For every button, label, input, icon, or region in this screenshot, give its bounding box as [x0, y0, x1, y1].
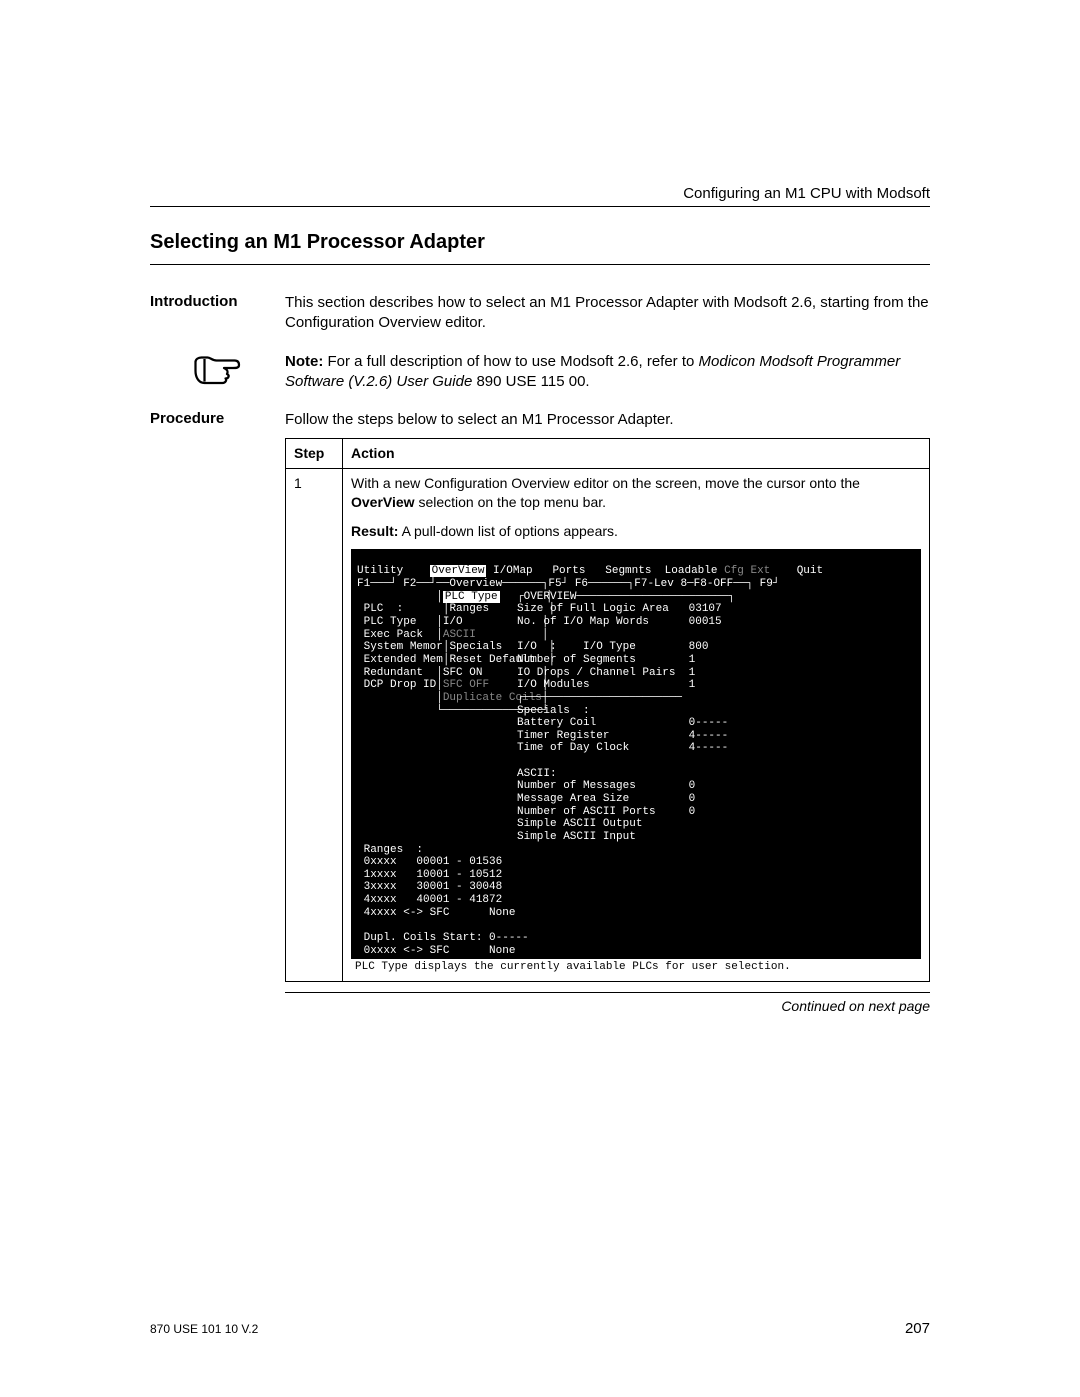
procedure-block: Procedure Follow the steps below to sele… [150, 410, 930, 1016]
action-cell: With a new Configuration Overview editor… [343, 469, 930, 982]
table-row: 1 With a new Configuration Overview edit… [286, 469, 930, 982]
note-text: Note: For a full description of how to u… [285, 352, 930, 393]
result-bold: Result: [351, 523, 398, 539]
rule-thin [285, 992, 930, 993]
section-title: Selecting an M1 Processor Adapter [150, 231, 930, 254]
note-block: Note: For a full description of how to u… [150, 352, 930, 393]
footer-page: 207 [905, 1320, 930, 1337]
procedure-body: Follow the steps below to select an M1 P… [285, 410, 930, 1016]
table-header-row: Step Action [286, 439, 930, 469]
intro-block: Introduction This section describes how … [150, 293, 930, 334]
terminal-status: PLC Type displays the currently availabl… [351, 959, 921, 976]
term-fkeys: F1───┘ F2──┘──Overview──────┐F5┘ F6─────… [357, 578, 779, 590]
action-pre: With a new Configuration Overview editor… [351, 475, 860, 491]
running-header: Configuring an M1 CPU with Modsoft [150, 185, 930, 202]
note-prefix: Note: [285, 353, 323, 370]
action-bold: OverView [351, 494, 415, 510]
footer-doc: 870 USE 101 10 V.2 [150, 1322, 258, 1336]
terminal-screenshot: Utility OverView I/OMap Ports Segmnts Lo… [351, 549, 921, 960]
intro-label: Introduction [150, 293, 285, 310]
rule-section [150, 264, 930, 265]
note-text2: 890 USE 115 00. [472, 373, 589, 390]
col-action: Action [343, 439, 930, 469]
footer: 870 USE 101 10 V.2 207 [150, 1320, 930, 1337]
action-post: selection on the top menu bar. [415, 494, 606, 510]
rule-top [150, 206, 930, 207]
note-text1: For a full description of how to use Mod… [328, 353, 699, 370]
procedure-label: Procedure [150, 410, 285, 427]
procedure-table: Step Action 1 With a new Configuration O… [285, 438, 930, 982]
continued-text: Continued on next page [285, 997, 930, 1016]
hand-point-right-icon [150, 352, 285, 388]
result-text: A pull-down list of options appears. [398, 523, 617, 539]
procedure-text: Follow the steps below to select an M1 P… [285, 410, 930, 430]
step-cell: 1 [286, 469, 343, 982]
intro-text: This section describes how to select an … [285, 293, 930, 334]
term-topbar: Utility OverView I/OMap Ports Segmnts Lo… [357, 565, 823, 577]
col-step: Step [286, 439, 343, 469]
page: Configuring an M1 CPU with Modsoft Selec… [0, 0, 1080, 1397]
